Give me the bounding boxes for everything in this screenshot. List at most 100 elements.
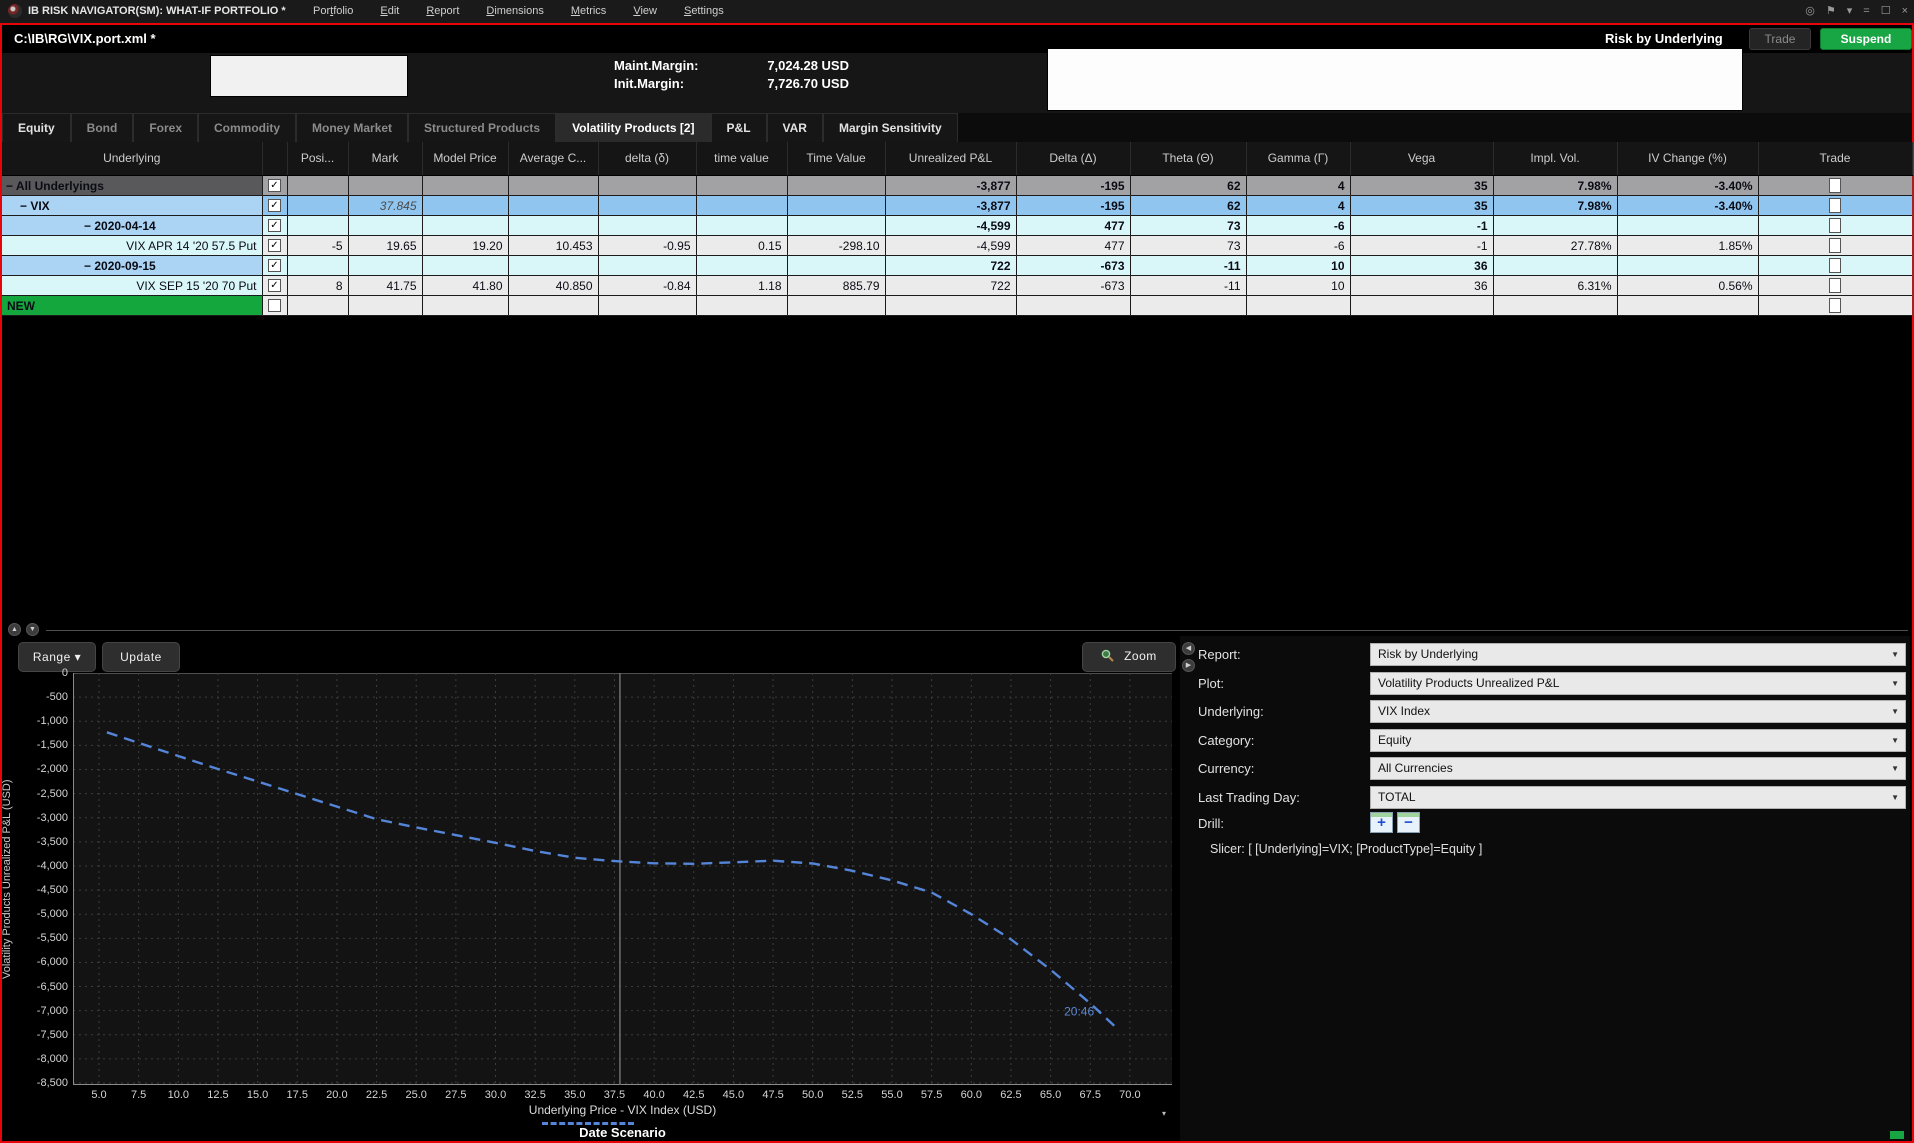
column-header-underlying[interactable]: Underlying	[2, 142, 262, 176]
collapse-icon[interactable]: −	[20, 199, 30, 213]
column-header-impl-vol[interactable]: Impl. Vol.	[1493, 142, 1617, 176]
row-label[interactable]: − All Underlyings	[2, 176, 262, 196]
column-header-model-price[interactable]: Model Price	[422, 142, 508, 176]
table-row[interactable]: VIX SEP 15 '20 70 Put✓841.7541.8040.850-…	[2, 276, 1912, 296]
drill-up-button[interactable]: −	[1397, 812, 1420, 833]
cell-gamma: 10	[1246, 256, 1350, 276]
row-checkbox[interactable]: ✓	[268, 219, 281, 232]
y-axis-ticks: 0-500-1,000-1,500-2,000-2,500-3,000-3,50…	[10, 673, 68, 1085]
column-header-vega[interactable]: Vega	[1350, 142, 1493, 176]
tab-p-l[interactable]: P&L	[711, 113, 767, 142]
cell-unrealized_pl: -4,599	[885, 216, 1016, 236]
column-header-delta[interactable]: delta (δ)	[598, 142, 696, 176]
menu-edit[interactable]: Edit	[380, 5, 399, 17]
trade-checkbox[interactable]	[1829, 238, 1841, 253]
row-label[interactable]: − VIX	[2, 196, 262, 216]
close-icon[interactable]: ×	[1902, 5, 1908, 17]
menu-portfolio[interactable]: Portfolio	[313, 5, 353, 17]
row-label[interactable]: − 2020-04-14	[2, 216, 262, 236]
tab-margin-sensitivity[interactable]: Margin Sensitivity	[823, 113, 958, 142]
dropdown-category[interactable]: Equity▼	[1370, 729, 1906, 752]
dropdown-plot[interactable]: Volatility Products Unrealized P&L▼	[1370, 672, 1906, 695]
maximize-icon[interactable]: ☐	[1881, 5, 1891, 17]
column-header-posi[interactable]: Posi...	[287, 142, 348, 176]
row-checkbox[interactable]	[268, 299, 281, 312]
dropdown-underlying[interactable]: VIX Index▼	[1370, 700, 1906, 723]
row-checkbox[interactable]: ✓	[268, 239, 281, 252]
trade-checkbox[interactable]	[1829, 258, 1841, 273]
menu-settings[interactable]: Settings	[684, 5, 724, 17]
tab-money-market[interactable]: Money Market	[296, 113, 408, 142]
chevron-down-icon: ▼	[1891, 673, 1899, 694]
row-checkbox[interactable]: ✓	[268, 199, 281, 212]
column-header-time-value[interactable]: Time Value	[787, 142, 885, 176]
column-header-delta[interactable]: Delta (Δ)	[1016, 142, 1130, 176]
pnl-chart[interactable]: 20:46	[73, 673, 1172, 1085]
table-row[interactable]: − All Underlyings✓-3,877-195624357.98%-3…	[2, 176, 1912, 196]
column-header-average-c[interactable]: Average C...	[508, 142, 598, 176]
pane-collapse-up-button[interactable]: ▲	[8, 623, 21, 636]
collapse-icon[interactable]: −	[6, 179, 16, 193]
row-label[interactable]: VIX SEP 15 '20 70 Put	[2, 276, 262, 296]
chevron-down-icon: ▾	[1162, 1103, 1166, 1124]
trade-checkbox[interactable]	[1829, 298, 1841, 313]
trade-checkbox[interactable]	[1829, 218, 1841, 233]
pane-collapse-down-button[interactable]: ▼	[26, 623, 39, 636]
window-controls: ◎ ⚑ ▾ = ☐ ×	[1794, 0, 1908, 23]
column-header-theta[interactable]: Theta (Θ)	[1130, 142, 1246, 176]
tab-commodity[interactable]: Commodity	[198, 113, 296, 142]
column-header-mark[interactable]: Mark	[348, 142, 422, 176]
table-row[interactable]: NEW	[2, 296, 1912, 316]
tab-volatility-products-2[interactable]: Volatility Products [2]	[556, 113, 710, 142]
collapse-icon[interactable]: −	[84, 219, 94, 233]
column-header-gamma[interactable]: Gamma (Γ)	[1246, 142, 1350, 176]
row-checkbox[interactable]: ✓	[268, 279, 281, 292]
menu-report[interactable]: Report	[426, 5, 459, 17]
column-header-trade[interactable]: Trade	[1758, 142, 1912, 176]
table-row[interactable]: − 2020-09-15✓722-673-111036	[2, 256, 1912, 276]
row-checkbox[interactable]: ✓	[268, 179, 281, 192]
cell-gamma: -6	[1246, 216, 1350, 236]
tab-bond[interactable]: Bond	[71, 113, 134, 142]
tab-structured-products[interactable]: Structured Products	[408, 113, 556, 142]
table-row[interactable]: − VIX✓37.845-3,877-195624357.98%-3.40%	[2, 196, 1912, 216]
suspend-button[interactable]: Suspend	[1820, 28, 1912, 50]
y-tick-label: -1,000	[10, 715, 68, 727]
trade-button[interactable]: Trade	[1749, 28, 1811, 50]
collapse-icon[interactable]: −	[84, 259, 94, 273]
column-header-checkbox[interactable]	[262, 142, 287, 176]
pin-icon[interactable]: ⚑	[1826, 5, 1836, 17]
drill-down-button[interactable]: +	[1370, 812, 1393, 833]
menu-dimensions[interactable]: Dimensions	[486, 5, 543, 17]
pin-caret-icon[interactable]: ▾	[1847, 5, 1853, 17]
minimize-icon[interactable]: =	[1863, 5, 1869, 17]
dropdown-last-trading-day[interactable]: TOTAL▼	[1370, 786, 1906, 809]
row-label[interactable]: VIX APR 14 '20 57.5 Put	[2, 236, 262, 256]
tab-var[interactable]: VAR	[767, 113, 823, 142]
trade-checkbox[interactable]	[1829, 278, 1841, 293]
table-row[interactable]: − 2020-04-14✓-4,59947773-6-1	[2, 216, 1912, 236]
row-label[interactable]: NEW	[2, 296, 262, 316]
row-label[interactable]: − 2020-09-15	[2, 256, 262, 276]
y-tick-label: -1,500	[10, 739, 68, 751]
settings-icon[interactable]: ◎	[1805, 5, 1815, 17]
row-checkbox[interactable]: ✓	[268, 259, 281, 272]
table-row[interactable]: VIX APR 14 '20 57.5 Put✓-519.6519.2010.4…	[2, 236, 1912, 256]
chevron-down-icon: ▼	[1891, 701, 1899, 722]
cell-posi	[287, 176, 348, 196]
column-header-iv-change[interactable]: IV Change (%)	[1617, 142, 1758, 176]
menu-metrics[interactable]: Metrics	[571, 5, 606, 17]
tab-equity[interactable]: Equity	[2, 113, 71, 142]
column-header-unrealized-p-l[interactable]: Unrealized P&L	[885, 142, 1016, 176]
menu-view[interactable]: View	[633, 5, 657, 17]
dropdown-report[interactable]: Risk by Underlying▼	[1370, 643, 1906, 666]
dropdown-currency[interactable]: All Currencies▼	[1370, 757, 1906, 780]
trade-checkbox[interactable]	[1829, 178, 1841, 193]
trade-checkbox[interactable]	[1829, 198, 1841, 213]
pane-divider[interactable]	[46, 630, 1908, 631]
tab-forex[interactable]: Forex	[133, 113, 198, 142]
update-button[interactable]: Update	[102, 642, 180, 672]
zoom-button[interactable]: Zoom	[1082, 642, 1176, 672]
column-header-time-value[interactable]: time value	[696, 142, 787, 176]
x-axis-title[interactable]: Underlying Price - VIX Index (USD)▾	[73, 1103, 1172, 1117]
